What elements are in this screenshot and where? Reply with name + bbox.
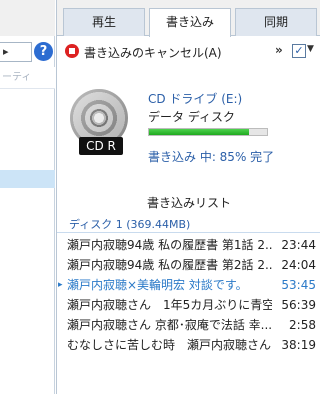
track-duration: 24:04 xyxy=(281,258,316,272)
disc-group-header[interactable]: ディスク 1 (369.44MB) xyxy=(57,213,320,233)
burn-options-icon[interactable]: ✓ xyxy=(292,44,306,58)
track-row[interactable]: ▸ 瀬戸内寂聴×美輪明宏 対談です。 53:45 xyxy=(57,275,320,295)
search-dropdown-icon[interactable]: ▸ xyxy=(3,43,9,61)
burn-list-title: 書き込みリスト xyxy=(146,196,231,210)
burn-progress-fill xyxy=(149,129,250,135)
selected-row-highlight[interactable] xyxy=(0,170,55,188)
track-duration: 2:58 xyxy=(289,318,316,332)
tab-sync[interactable]: 同期 xyxy=(235,8,317,36)
track-duration: 53:45 xyxy=(281,278,316,292)
library-toolbar-edge xyxy=(0,0,55,36)
tab-play[interactable]: 再生 xyxy=(63,8,145,36)
disc-type-label: データ ディスク xyxy=(148,110,235,124)
tab-burn[interactable]: 書き込み xyxy=(149,8,231,37)
track-title: 瀬戸内寂聴さん 京都･寂庵で法話 幸... xyxy=(67,318,272,332)
disc-group-label: ディスク 1 (369.44MB) xyxy=(69,218,191,231)
track-row[interactable]: 瀬戸内寂聴さん 京都･寂庵で法話 幸... 2:58 xyxy=(57,315,320,335)
chevron-down-icon[interactable]: ▼ xyxy=(307,44,314,54)
cancel-burn-button[interactable]: 書き込みのキャンセル(A) xyxy=(84,44,222,61)
track-title: 瀬戸内寂聴94歳 私の履歴書 第1話 2... xyxy=(67,238,272,252)
library-pane-edge: ▸ ? ーティ xyxy=(0,0,55,394)
burn-pane: 再生 書き込み 同期 書き込みのキャンセル(A) » ✓ ▼ CD R CD ド… xyxy=(56,0,320,394)
track-row[interactable]: むなしさに苦しむ時 瀬戸内寂聴さん 38:19 xyxy=(57,335,320,355)
burn-toolbar: 書き込みのキャンセル(A) » ✓ ▼ xyxy=(57,36,320,66)
track-title: 瀬戸内寂聴×美輪明宏 対談です。 xyxy=(67,278,248,292)
current-track-pointer-icon: ▸ xyxy=(58,280,63,290)
cd-r-badge: CD R xyxy=(79,137,123,155)
track-duration: 56:39 xyxy=(281,298,316,312)
track-title: むなしさに苦しむ時 瀬戸内寂聴さん xyxy=(67,338,272,352)
track-row[interactable]: 瀬戸内寂聴さん 1年5カ月ぶりに青空... 56:39 xyxy=(57,295,320,315)
stop-icon[interactable] xyxy=(65,44,79,58)
more-options-chevron-icon[interactable]: » xyxy=(275,43,283,57)
track-title: 瀬戸内寂聴さん 1年5カ月ぶりに青空... xyxy=(67,298,272,312)
burn-progress-bar xyxy=(148,128,268,136)
drive-name-link[interactable]: CD ドライブ (E:) xyxy=(148,90,242,107)
track-duration: 38:19 xyxy=(281,338,316,352)
divider xyxy=(57,232,320,233)
search-box[interactable]: ▸ xyxy=(0,42,32,62)
burn-status-text: 書き込み 中: 85% 完了 xyxy=(148,150,275,164)
burn-track-list: 瀬戸内寂聴94歳 私の履歴書 第1話 2... 23:44 瀬戸内寂聴94歳 私の履… xyxy=(57,235,320,355)
column-header-artist[interactable]: ーティ xyxy=(0,67,55,89)
tab-bar: 再生 書き込み 同期 xyxy=(57,0,320,37)
track-row[interactable]: 瀬戸内寂聴94歳 私の履歴書 第1話 2... 23:44 xyxy=(57,235,320,255)
track-duration: 23:44 xyxy=(281,238,316,252)
track-title: 瀬戸内寂聴94歳 私の履歴書 第2話 2... xyxy=(67,258,272,272)
track-row[interactable]: 瀬戸内寂聴94歳 私の履歴書 第2話 2... 24:04 xyxy=(57,255,320,275)
help-icon[interactable]: ? xyxy=(34,42,53,61)
